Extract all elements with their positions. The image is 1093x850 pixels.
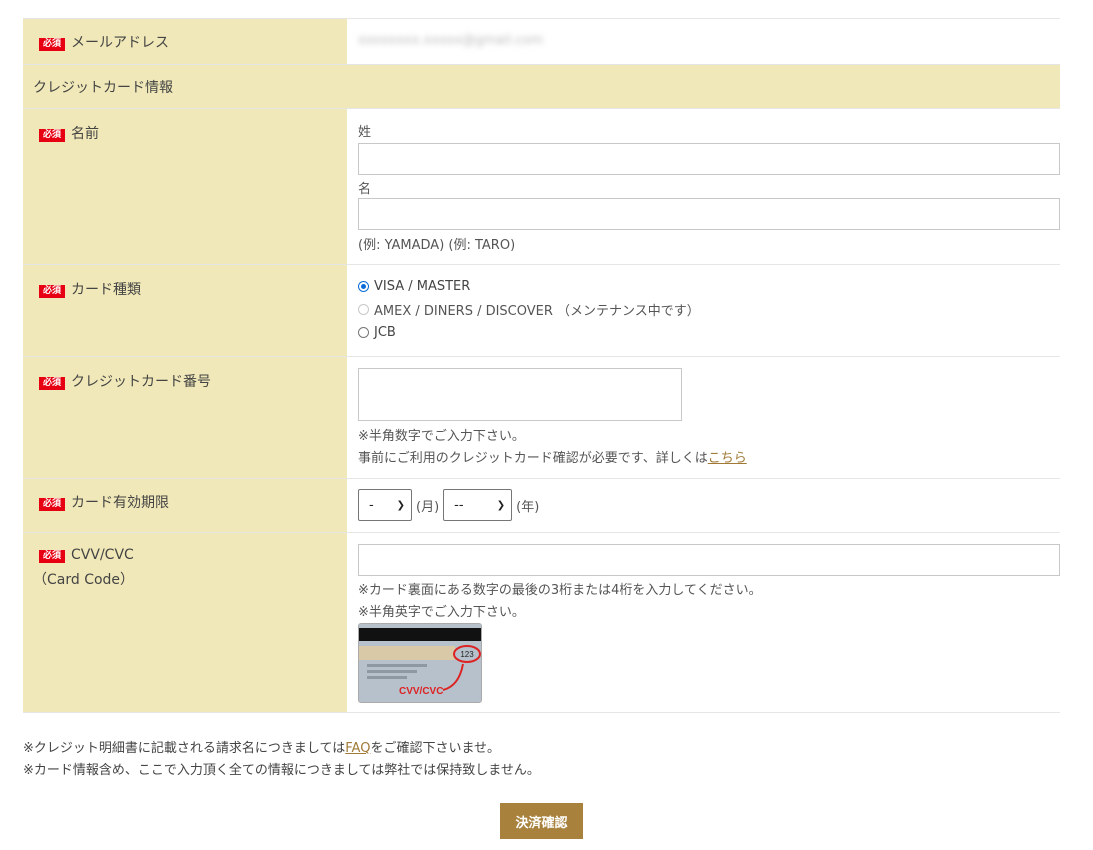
footer-note-2: ※カード情報含め、ここで入力頂く全ての情報につきましては弊社では保持致しません。 [23, 763, 540, 778]
faq-link[interactable]: FAQ [345, 741, 370, 756]
required-badge: 必須 [39, 498, 66, 511]
cvv-sublabel: （Card Code） [33, 572, 135, 588]
email-value: xxxxxxxx.xxxxx@gmail.com [358, 33, 544, 48]
last-name-label: 姓 [358, 125, 372, 140]
card-number-label: クレジットカード番号 [71, 374, 212, 390]
card-back-illustration: 123 CVV/CVC [359, 624, 481, 702]
card-number-input[interactable] [358, 368, 682, 421]
footer-note-1: ※クレジット明細書に記載される請求名につきましてはFAQをご確認下さいませ。 [23, 741, 501, 756]
expiry-month-select[interactable]: - ❯ [358, 489, 412, 521]
expiry-year-select[interactable]: -- ❯ [443, 489, 513, 521]
expiry-label-cell: 必須 カード有効期限 [23, 478, 347, 533]
card-type-option-visa[interactable]: VISA / MASTER [358, 275, 1060, 298]
radio-checked-icon[interactable] [358, 281, 369, 292]
card-type-label: カード種類 [71, 282, 142, 298]
credit-card-form: 必須 メールアドレス xxxxxxxx.xxxxx@gmail.com クレジット… [23, 18, 1060, 713]
required-badge: 必須 [39, 377, 66, 390]
radio-unchecked-icon[interactable] [358, 327, 369, 338]
cvv-cell: ※カード裏面にある数字の最後の3桁または4桁を入力してください。 ※半角英字でご… [347, 532, 1060, 713]
footer-notes: ※クレジット明細書に記載される請求名につきましてはFAQをご確認下さいませ。 ※… [23, 738, 540, 782]
chevron-down-icon: ❯ [396, 499, 405, 511]
radio-disabled-icon [358, 304, 369, 315]
month-unit: (月) [416, 499, 440, 515]
expiry-label: カード有効期限 [71, 495, 170, 511]
card-type-option-jcb[interactable]: JCB [358, 321, 1060, 344]
card-type-option-amex: AMEX / DINERS / DISCOVER （メンテナンス中です） [358, 298, 1060, 321]
required-badge: 必須 [39, 550, 66, 563]
last-name-input[interactable] [358, 143, 1060, 175]
name-example: (例: YAMADA) (例: TARO) [358, 238, 516, 253]
first-name-input[interactable] [358, 198, 1060, 230]
required-badge: 必須 [39, 38, 66, 51]
name-label-cell: 必須 名前 [23, 108, 347, 265]
name-label: 名前 [71, 126, 100, 142]
card-number-note-2: 事前にご利用のクレジットカード確認が必要です、詳しくはこちら [358, 451, 747, 466]
card-confirm-link[interactable]: こちら [708, 451, 747, 466]
card-type-cell: VISA / MASTER AMEX / DINERS / DISCOVER （… [347, 264, 1060, 357]
cvv-image-caption: CVV/CVC [399, 686, 443, 697]
cvv-note-1: ※カード裏面にある数字の最後の3桁または4桁を入力してください。 [358, 583, 762, 598]
card-type-label-cell: 必須 カード種類 [23, 264, 347, 357]
card-number-cell: ※半角数字でご入力下さい。 事前にご利用のクレジットカード確認が必要です、詳しく… [347, 356, 1060, 479]
card-number-note: ※半角数字でご入力下さい。 [358, 429, 525, 444]
email-label-cell: 必須 メールアドレス [23, 18, 347, 65]
year-unit: (年) [516, 499, 540, 515]
submit-button[interactable]: 決済確認 [500, 803, 583, 839]
email-value-cell: xxxxxxxx.xxxxx@gmail.com [347, 18, 1060, 65]
email-label: メールアドレス [71, 35, 170, 51]
chevron-down-icon: ❯ [496, 499, 506, 511]
required-badge: 必須 [39, 129, 66, 142]
expiry-cell: - ❯ (月) -- ❯ (年) [347, 478, 1060, 533]
first-name-label: 名 [358, 182, 372, 197]
cvv-image-code: 123 [460, 650, 474, 659]
cvv-label-cell: 必須 CVV/CVC （Card Code） [23, 532, 347, 713]
cvv-note-2: ※半角英字でご入力下さい。 [358, 605, 525, 620]
required-badge: 必須 [39, 285, 66, 298]
card-number-label-cell: 必須 クレジットカード番号 [23, 356, 347, 479]
cvv-input[interactable] [358, 544, 1060, 576]
section-title: クレジットカード情報 [23, 64, 1060, 109]
cvv-card-image: 123 CVV/CVC [358, 623, 482, 703]
cvv-label: CVV/CVC [71, 547, 134, 563]
name-field-cell: 姓 名 (例: YAMADA) (例: TARO) [347, 108, 1060, 265]
